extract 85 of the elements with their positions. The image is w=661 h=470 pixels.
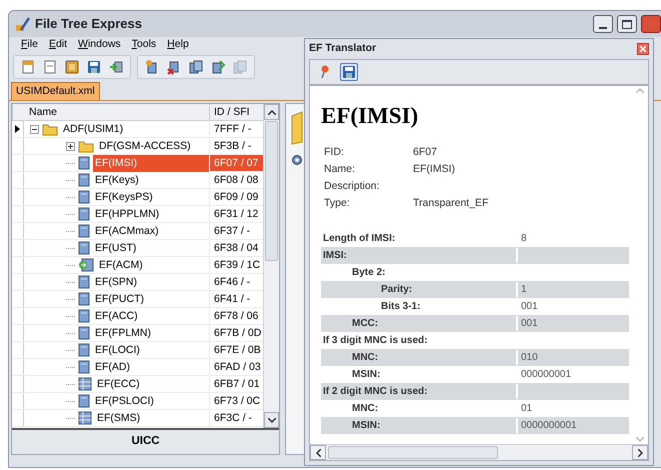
horizontal-scrollbar[interactable] (310, 444, 648, 460)
field-label: Description: (323, 178, 380, 194)
file-icon (78, 173, 90, 187)
row-value: 010 (520, 351, 538, 365)
cyclic-file-icon (78, 258, 94, 272)
field-value: 6F07 (413, 144, 437, 160)
close-icon (640, 46, 646, 52)
file-icon (78, 275, 90, 289)
menu-item[interactable]: File (21, 37, 38, 53)
scroll-left-icon (316, 448, 320, 456)
tree-item[interactable]: EF(ACC) (93, 308, 209, 324)
row-label: MNC: (321, 350, 518, 365)
row-value: 1 (520, 283, 527, 297)
translator-title: EF Translator (309, 41, 378, 56)
tree-item[interactable]: EF(Keys) (93, 172, 209, 188)
maximize-button[interactable] (617, 15, 637, 33)
file-icon (78, 207, 90, 221)
save-icon[interactable] (340, 63, 358, 81)
tree-item[interactable]: EF(KeysPS) (93, 188, 209, 206)
file-icon (78, 309, 90, 323)
tree-item[interactable]: EF(ECC) (95, 376, 209, 392)
tree-item[interactable]: EF(IMSI) (93, 154, 209, 172)
record-file-icon (78, 377, 92, 391)
row-value: 001 (520, 300, 538, 314)
collapse-toggle[interactable] (30, 124, 39, 134)
close-button[interactable] (637, 43, 649, 55)
tree-item[interactable]: EF(AD) (93, 358, 209, 376)
table-cell: 6F07 / 07 (209, 155, 263, 171)
tree-item[interactable]: EF(ACM) (97, 256, 209, 274)
row-value: 01 (520, 402, 532, 416)
field-label: Type: (323, 196, 351, 211)
row-value: 0000000001 (520, 419, 577, 433)
file-heading: EF(IMSI) (321, 102, 420, 130)
field-label: Name: (323, 162, 356, 177)
uicc-button[interactable]: UICC (12, 428, 279, 454)
tree-item[interactable]: EF(ACMmax) (93, 222, 209, 240)
column-header: Name (12, 104, 209, 120)
menu-item[interactable]: Help (167, 37, 189, 53)
file-icon (78, 190, 90, 204)
field-label: FID: (323, 144, 345, 160)
app-logo-icon (15, 16, 31, 32)
document-tab[interactable]: USIMDefault.xml (11, 82, 100, 100)
row-label: MSIN: (321, 418, 518, 433)
vertical-scrollbar[interactable] (263, 104, 279, 428)
file-icon (78, 343, 90, 357)
file-icon (78, 156, 90, 170)
tree-item[interactable]: ADF(USIM1) (61, 120, 209, 138)
tree-item[interactable]: EF(LOCI) (93, 342, 209, 358)
row-label: MCC: (321, 316, 518, 331)
current-row-icon (15, 125, 20, 133)
expand-toggle[interactable] (66, 142, 75, 150)
file-icon (78, 326, 90, 340)
menu-item[interactable]: Windows (78, 37, 121, 53)
file-icon (78, 241, 90, 255)
menu-item[interactable]: Tools (132, 37, 156, 53)
file-icon (78, 224, 90, 238)
row-value: 8 (520, 232, 527, 246)
row-label: IMSI: (321, 248, 518, 263)
tree-item[interactable]: EF(SPN) (93, 274, 209, 290)
scroll-down-icon (636, 437, 644, 442)
file-icon (78, 394, 90, 408)
row-value: 000000001 (520, 368, 572, 382)
scroll-up-icon (636, 88, 644, 93)
row-label: If 2 digit MNC is used: (321, 384, 518, 399)
field-value: EF(IMSI) (413, 162, 455, 177)
minimize-button[interactable] (593, 15, 613, 33)
tree-item[interactable]: DF(GSM-ACCESS) (97, 138, 209, 154)
record-file-icon (78, 411, 92, 425)
scroll-right-icon (638, 448, 642, 456)
scroll-down-icon (268, 418, 276, 422)
gear-icon (291, 154, 303, 166)
window-title: File Tree Express (35, 15, 142, 34)
tree-item[interactable]: EF(PSLOCI) (93, 392, 209, 410)
tree-item[interactable]: EF(UST) (93, 240, 209, 256)
file-icon (78, 292, 90, 306)
tree-item[interactable]: EF(HPPLMN) (93, 206, 209, 222)
tree-item[interactable]: EF(PUCT) (93, 290, 209, 308)
row-label: Parity: (321, 282, 518, 297)
field-value: Transparent_EF (413, 196, 488, 211)
file-icon (78, 360, 90, 374)
menu-item[interactable]: Edit (48, 37, 68, 53)
tree-item[interactable]: EF(FPLMN) (93, 324, 209, 342)
row-value: 001 (520, 317, 538, 331)
tree-item[interactable]: EF(SMS) (95, 410, 209, 426)
scroll-up-icon (268, 110, 276, 114)
